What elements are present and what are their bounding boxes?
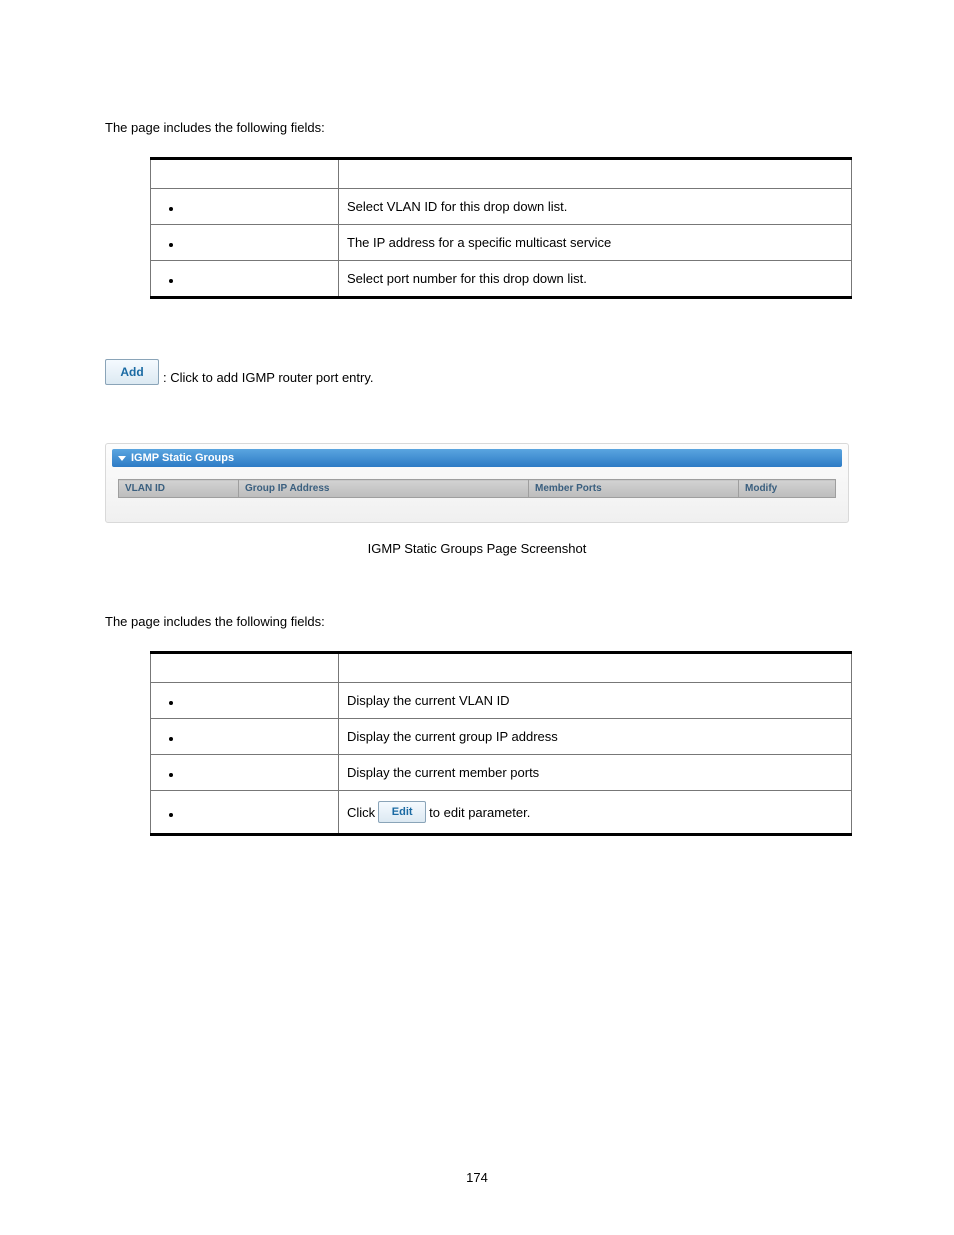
table1-header-desc — [339, 159, 852, 189]
table2-row4-bullet — [151, 791, 339, 835]
table2-row2-desc: Display the current group IP address — [339, 719, 852, 755]
panel-grid: VLAN ID Group IP Address Member Ports Mo… — [118, 479, 836, 498]
table2-row1-desc: Display the current VLAN ID — [339, 683, 852, 719]
table2-row3-desc: Display the current member ports — [339, 755, 852, 791]
table2-row3-bullet — [151, 755, 339, 791]
fields-table-2: Display the current VLAN ID Display the … — [150, 651, 852, 836]
table1-row2-bullet — [151, 225, 339, 261]
panel-title: IGMP Static Groups — [131, 452, 234, 464]
modify-pre-text: Click — [347, 805, 375, 820]
col-group-ip: Group IP Address — [239, 480, 529, 498]
intro-text-1: The page includes the following fields: — [105, 120, 849, 135]
table1-row3-bullet — [151, 261, 339, 298]
table1-row2-desc: The IP address for a specific multicast … — [339, 225, 852, 261]
add-button-row: Add : Click to add IGMP router port entr… — [105, 359, 849, 385]
table2-header-desc — [339, 653, 852, 683]
table2-row2-bullet — [151, 719, 339, 755]
edit-button[interactable]: Edit — [378, 801, 426, 823]
intro-text-2: The page includes the following fields: — [105, 614, 849, 629]
table1-row1-bullet — [151, 189, 339, 225]
table2-header-object — [151, 653, 339, 683]
table1-row3-desc: Select port number for this drop down li… — [339, 261, 852, 298]
page-number: 174 — [0, 1170, 954, 1185]
modify-post-text: to edit parameter. — [429, 805, 530, 820]
table1-row1-desc: Select VLAN ID for this drop down list. — [339, 189, 852, 225]
add-button-caption: : Click to add IGMP router port entry. — [163, 370, 374, 385]
table1-header-object — [151, 159, 339, 189]
col-modify: Modify — [739, 480, 836, 498]
igmp-static-groups-panel: IGMP Static Groups VLAN ID Group IP Addr… — [105, 443, 849, 523]
panel-header[interactable]: IGMP Static Groups — [112, 449, 842, 467]
table2-row1-bullet — [151, 683, 339, 719]
col-vlan-id: VLAN ID — [119, 480, 239, 498]
col-member-ports: Member Ports — [529, 480, 739, 498]
figure-caption: IGMP Static Groups Page Screenshot — [105, 541, 849, 556]
add-button[interactable]: Add — [105, 359, 159, 385]
fields-table-1: Select VLAN ID for this drop down list. … — [150, 157, 852, 299]
chevron-down-icon — [118, 456, 126, 461]
table2-row4-desc: Click Edit to edit parameter. — [339, 791, 852, 835]
